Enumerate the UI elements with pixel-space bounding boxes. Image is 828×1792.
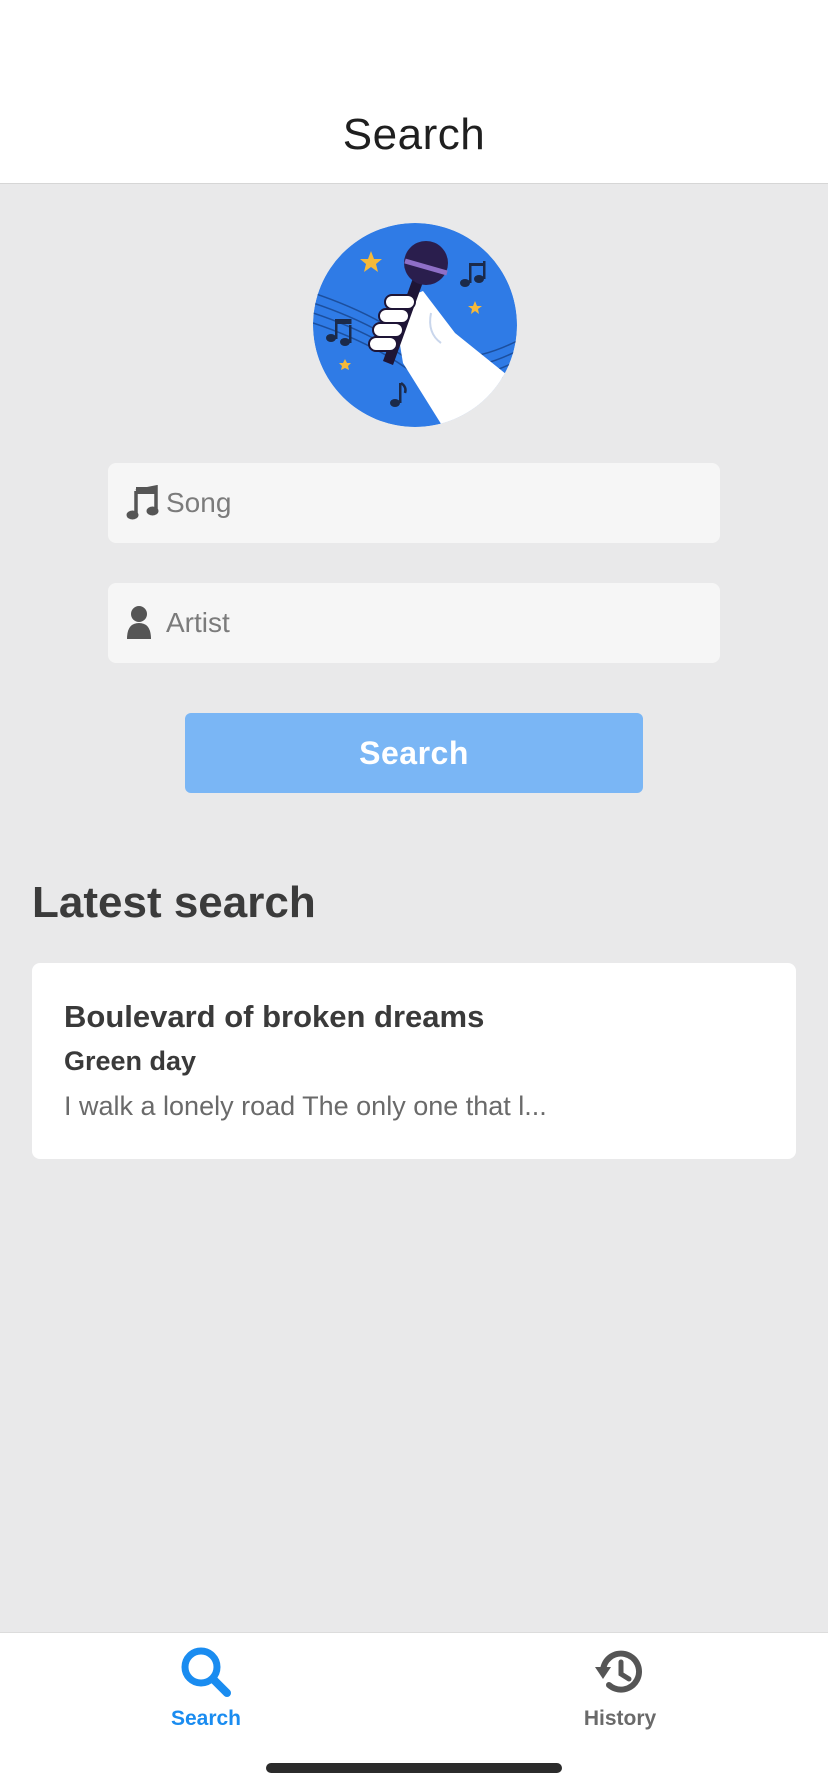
home-indicator (266, 1763, 562, 1773)
tab-history[interactable]: History (520, 1633, 720, 1753)
tab-search-label: Search (170, 1707, 242, 1730)
person-icon (126, 605, 160, 641)
song-input[interactable] (166, 463, 706, 543)
page-title: Search (342, 110, 486, 159)
artist-input[interactable] (166, 583, 706, 663)
result-lyrics-snippet: I walk a lonely road The only one that l… (64, 1091, 547, 1121)
result-song-title: Boulevard of broken dreams (64, 999, 485, 1034)
song-field[interactable] (108, 463, 720, 543)
music-note-icon (126, 484, 160, 521)
latest-search-card[interactable]: Boulevard of broken dreams Green day I w… (32, 963, 796, 1159)
tab-history-label: History (583, 1707, 657, 1730)
microphone-logo-icon (313, 223, 517, 427)
header: Search (0, 0, 828, 184)
latest-search-heading: Latest search (32, 878, 316, 927)
history-icon (593, 1645, 647, 1699)
result-artist: Green day (64, 1046, 197, 1076)
search-button[interactable]: Search (185, 713, 643, 793)
tab-search[interactable]: Search (106, 1633, 306, 1753)
search-icon (179, 1645, 233, 1699)
artist-field[interactable] (108, 583, 720, 663)
